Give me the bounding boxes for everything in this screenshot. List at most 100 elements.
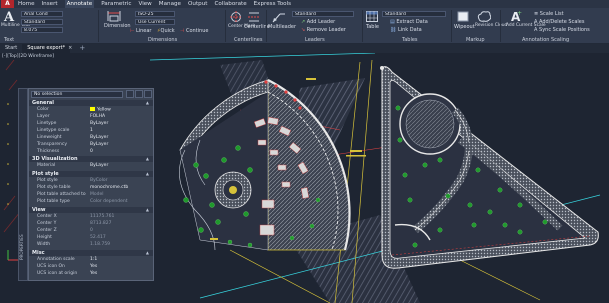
link-data-icon: ⛓ (390, 27, 397, 33)
dimension-button[interactable]: Dimension (104, 23, 131, 29)
file-tab-start[interactable]: Start (0, 44, 22, 53)
multileader-button[interactable]: Multileader (268, 24, 296, 30)
prop-plot-table-type-value: Color dependent (90, 199, 128, 204)
center-mark-button[interactable]: Center Mark (228, 24, 255, 29)
link-data-button[interactable]: ⛓ Link Data (390, 27, 422, 33)
prop-layer-value[interactable]: FOLHA (90, 114, 105, 119)
text-font-combo[interactable]: Arial Cond (21, 11, 63, 17)
selection-dropdown[interactable]: No selection (31, 91, 123, 98)
menu-insert[interactable]: Insert (42, 0, 58, 8)
toggle-pickadd-icon[interactable] (126, 90, 134, 98)
dimension-icon[interactable] (107, 10, 121, 22)
north-arrow-icon (380, 66, 384, 70)
leader-style-combo[interactable]: Standard (292, 11, 354, 17)
prop-key: Transparency (37, 142, 68, 147)
revision-cloud-button[interactable]: Revision Cloud (475, 23, 507, 28)
text-style-combo[interactable]: Standard (21, 19, 63, 25)
add-current-scale-button[interactable]: Add Current Scale (506, 23, 546, 28)
new-tab-button[interactable]: + (74, 44, 90, 53)
add-current-scale-icon[interactable]: A + (510, 10, 522, 22)
section-view[interactable]: View ▲ (29, 207, 153, 213)
file-tab-square-export[interactable]: Square export* (22, 44, 71, 53)
section-plot-style[interactable]: Plot style ▲ (29, 171, 153, 177)
markup-panel-title: Markup (466, 37, 485, 43)
centerline-icon[interactable] (248, 11, 260, 23)
menu-output[interactable]: Output (188, 0, 207, 8)
menu-view[interactable]: View (138, 0, 151, 8)
prop-ucs-origin-value[interactable]: Yes (90, 271, 97, 276)
scale-list-label: Scale List (539, 11, 564, 17)
add-delete-scales-icon: A (534, 19, 538, 25)
file-tab-close-icon[interactable]: × (66, 44, 74, 53)
dimension-layer-combo[interactable]: Use Current (135, 19, 175, 25)
wipeout-button[interactable]: Wipeout (454, 24, 475, 30)
extract-data-label: Extract Data (396, 19, 428, 25)
quick-button[interactable]: ⚡Quick (157, 28, 175, 34)
collapse-icon: ▲ (145, 100, 149, 105)
menu-parametric[interactable]: Parametric (101, 0, 131, 8)
centerlines-panel-title: Centerlines (234, 37, 263, 43)
multileader-icon[interactable] (272, 11, 286, 23)
continue-label: Continue (185, 28, 209, 34)
center-mark-icon[interactable] (230, 11, 242, 23)
section-3d-label: 3D Visualization (32, 156, 78, 162)
prop-plot-style-table-value[interactable]: monochrome.ctb (90, 185, 128, 190)
prop-linetype-value[interactable]: ByLayer (90, 121, 108, 126)
scale-list-button[interactable]: ≣ Scale List (534, 11, 564, 17)
text-height-combo[interactable]: 8.075 (21, 27, 63, 33)
linear-icon: ⊢ (130, 28, 135, 34)
menu-express-tools[interactable]: Express Tools (254, 0, 291, 8)
table-button[interactable]: Table (366, 24, 379, 30)
select-objects-icon[interactable] (135, 90, 143, 98)
dimensions-panel-title: Dimensions (148, 37, 178, 43)
quick-select-icon[interactable] (144, 90, 152, 98)
dimension-style-combo[interactable]: ISO-25 (135, 11, 175, 17)
collapse-icon: ▲ (145, 250, 149, 255)
triangular-plot (381, 66, 599, 269)
prop-key: Plot style (37, 178, 58, 183)
app-logo-icon[interactable]: A (1, 0, 14, 8)
leaders-panel-title: Leaders (305, 37, 325, 43)
section-general[interactable]: General ▲ (29, 100, 153, 106)
prop-center-z-value: 0 (90, 228, 93, 233)
prop-linetype-scale-value[interactable]: 1 (90, 128, 93, 133)
prop-thickness-value[interactable]: 0 (90, 149, 93, 154)
prop-key: Annotation scale (37, 257, 75, 262)
remove-leader-button[interactable]: ↘ Remove Leader (301, 27, 346, 33)
continue-button[interactable]: ⊣ Continue (180, 28, 208, 34)
prop-key: Height (37, 235, 52, 240)
multiline-text-icon[interactable]: A (3, 10, 15, 22)
sync-scale-positions-label: Sync Scale Positions (539, 27, 590, 33)
viewport-controls-label[interactable]: [-][Top][2D Wireframe] (2, 54, 54, 59)
menu-home[interactable]: Home (18, 0, 35, 8)
prop-transparency-value[interactable]: ByLayer (90, 142, 108, 147)
section-view-label: View (32, 207, 46, 213)
wipeout-icon[interactable] (457, 11, 469, 22)
prop-color-value[interactable]: Yellow (90, 107, 111, 113)
linear-button[interactable]: ⊢ Linear (130, 28, 152, 34)
section-misc[interactable]: Misc ▲ (29, 250, 153, 256)
menu-annotate[interactable]: Annotate (64, 0, 95, 8)
prop-annotation-scale-value[interactable]: 1:1 (90, 257, 97, 262)
table-style-combo[interactable]: Standard (382, 11, 446, 17)
revision-cloud-icon[interactable] (477, 11, 491, 22)
continue-icon: ⊣ (180, 28, 185, 34)
prop-material-value[interactable]: ByLayer (90, 163, 108, 168)
add-delete-scales-button[interactable]: A Add/Delete Scales (534, 19, 584, 25)
menu-manage[interactable]: Manage (159, 0, 181, 8)
section-3d-visualization[interactable]: 3D Visualization ▲ (29, 156, 153, 162)
remove-leader-label: Remove Leader (306, 27, 346, 33)
add-leader-button[interactable]: ↗ Add Leader (301, 19, 335, 25)
table-icon[interactable] (366, 11, 378, 22)
ribbon-separator (500, 10, 501, 42)
prop-lineweight-value[interactable]: ByLayer (90, 135, 108, 140)
multiline-text-button[interactable]: Multiline Text (1, 23, 30, 28)
extract-data-button[interactable]: ▤ Extract Data (390, 19, 428, 25)
sync-scale-positions-button[interactable]: A Sync Scale Positions (534, 27, 590, 33)
add-delete-scales-label: Add/Delete Scales (539, 19, 585, 25)
prop-key: Thickness (37, 149, 60, 154)
menu-collaborate[interactable]: Collaborate (214, 0, 246, 8)
prop-key: Material (37, 163, 56, 168)
prop-ucs-on-value[interactable]: Yes (90, 264, 97, 269)
file-tabs: Start Square export* × + (0, 44, 609, 53)
